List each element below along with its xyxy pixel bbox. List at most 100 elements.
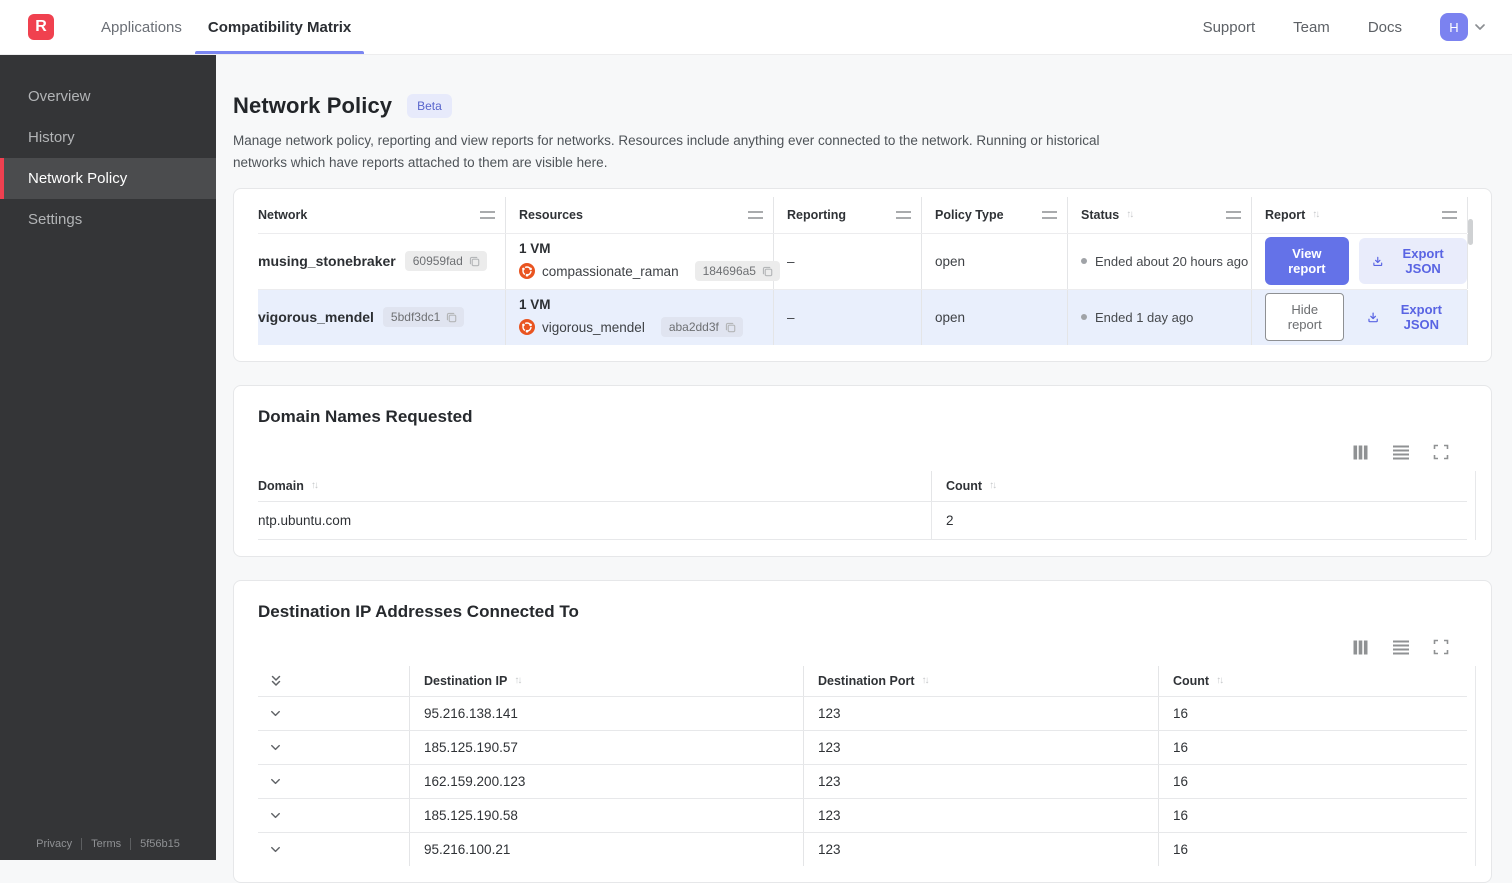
user-menu[interactable]: H [1440, 13, 1488, 41]
expand-icon[interactable] [1433, 639, 1449, 655]
sort-icon[interactable]: ↑↓ [1312, 209, 1318, 220]
column-header-destination-ip[interactable]: Destination IP ↑↓ [410, 666, 804, 696]
sort-icon[interactable]: ↑↓ [989, 480, 995, 491]
sort-icon[interactable]: ↑↓ [311, 480, 317, 491]
column-drag-handle[interactable] [896, 211, 911, 219]
avatar[interactable]: H [1440, 13, 1468, 41]
column-header-count[interactable]: Count ↑↓ [931, 471, 1468, 501]
download-icon [1367, 310, 1379, 325]
column-header-reporting[interactable]: Reporting [774, 197, 922, 233]
network-cell: vigorous_mendel 5bdf3dc1 [258, 290, 506, 345]
sort-icon[interactable]: ↑↓ [514, 675, 520, 686]
resources-cell: 1 VM compassionate_raman 184696a5 [506, 234, 774, 289]
destinations-table-header: Destination IP ↑↓ Destination Port ↑↓ Co… [258, 666, 1467, 696]
resource-id-badge: aba2dd3f [661, 317, 743, 337]
table-scrollbar[interactable] [1468, 219, 1473, 245]
row-expander[interactable] [258, 697, 410, 730]
copy-icon[interactable] [445, 311, 458, 324]
copy-icon[interactable] [468, 255, 481, 268]
sort-icon[interactable]: ↑↓ [922, 675, 928, 686]
main-content: Network Policy Beta Manage network polic… [216, 55, 1512, 860]
nav-link-team[interactable]: Team [1293, 19, 1330, 36]
column-drag-handle[interactable] [480, 211, 495, 219]
column-drag-handle[interactable] [1042, 211, 1057, 219]
destination-table-row[interactable]: 95.216.100.21 123 16 [258, 832, 1467, 866]
expand-icon[interactable] [1433, 444, 1449, 460]
chevron-down-icon[interactable] [268, 740, 283, 755]
build-version: 5f56b15 [140, 838, 180, 850]
sidebar-item-settings[interactable]: Settings [0, 199, 216, 240]
sidebar-item-overview[interactable]: Overview [0, 76, 216, 117]
columns-icon[interactable] [1352, 639, 1369, 656]
column-header-report[interactable]: Report ↑↓ [1252, 197, 1468, 233]
column-drag-handle[interactable] [748, 211, 763, 219]
status-cell: Ended 1 day ago [1068, 290, 1252, 345]
nav-tabs: Applications Compatibility Matrix [88, 0, 364, 54]
status-dot [1081, 314, 1087, 320]
column-header-destination-port[interactable]: Destination Port ↑↓ [804, 666, 1159, 696]
column-drag-handle[interactable] [1226, 211, 1241, 219]
count-cell: 16 [1159, 833, 1465, 866]
row-expander[interactable] [258, 765, 410, 798]
privacy-link[interactable]: Privacy [36, 838, 72, 850]
export-json-button[interactable]: Export JSON [1354, 294, 1467, 340]
network-table-row[interactable]: vigorous_mendel 5bdf3dc1 1 VM [258, 289, 1467, 345]
table-scroll-track[interactable] [1475, 666, 1476, 866]
destination-table-row[interactable]: 95.216.138.141 123 16 [258, 696, 1467, 730]
copy-icon[interactable] [761, 265, 774, 278]
export-json-button[interactable]: Export JSON [1359, 238, 1467, 284]
tab-applications[interactable]: Applications [88, 0, 195, 54]
sort-icon[interactable]: ↑↓ [1126, 209, 1132, 220]
page-description: Manage network policy, reporting and vie… [233, 130, 1118, 174]
chevron-down-icon[interactable] [1472, 19, 1488, 35]
policy-type-cell: open [922, 290, 1068, 345]
row-expander[interactable] [258, 833, 410, 866]
column-header-resources[interactable]: Resources [506, 197, 774, 233]
domain-table-row[interactable]: ntp.ubuntu.com 2 [258, 501, 1467, 540]
chevron-down-icon[interactable] [268, 706, 283, 721]
count-cell: 16 [1159, 697, 1465, 730]
networks-card: Network Resources Reporting Policy Type … [233, 188, 1492, 362]
destination-table-row[interactable]: 162.159.200.123 123 16 [258, 764, 1467, 798]
tab-compatibility-matrix[interactable]: Compatibility Matrix [195, 0, 364, 54]
chevron-down-icon[interactable] [268, 808, 283, 823]
destination-table-row[interactable]: 185.125.190.58 123 16 [258, 798, 1467, 832]
rows-icon[interactable] [1392, 639, 1410, 656]
destination-table-row[interactable]: 185.125.190.57 123 16 [258, 730, 1467, 764]
resources-cell: 1 VM vigorous_mendel aba2dd3f [506, 290, 774, 345]
network-table-row[interactable]: musing_stonebraker 60959fad 1 VM [258, 233, 1467, 289]
view-report-button[interactable]: View report [1265, 237, 1349, 285]
row-expander[interactable] [258, 731, 410, 764]
expand-all-button[interactable] [258, 666, 410, 696]
row-expander[interactable] [258, 799, 410, 832]
nav-link-support[interactable]: Support [1203, 19, 1256, 36]
nav-link-docs[interactable]: Docs [1368, 19, 1402, 36]
ubuntu-icon [519, 263, 535, 279]
hide-report-button[interactable]: Hide report [1265, 293, 1344, 341]
double-chevron-down-icon[interactable] [268, 673, 284, 689]
column-header-status[interactable]: Status ↑↓ [1068, 197, 1252, 233]
column-header-count[interactable]: Count ↑↓ [1159, 666, 1465, 696]
divider [81, 838, 82, 850]
beta-badge: Beta [407, 94, 452, 118]
destination-ips-card: Destination IP Addresses Connected To [233, 580, 1492, 883]
chevron-down-icon[interactable] [268, 774, 283, 789]
copy-icon[interactable] [724, 321, 737, 334]
column-header-policy-type[interactable]: Policy Type [922, 197, 1068, 233]
terms-link[interactable]: Terms [91, 838, 121, 850]
column-header-network[interactable]: Network [258, 197, 506, 233]
sidebar-item-network-policy[interactable]: Network Policy [0, 158, 216, 199]
columns-icon[interactable] [1352, 444, 1369, 461]
domains-table-header: Domain ↑↓ Count ↑↓ [258, 471, 1467, 501]
table-scroll-track[interactable] [1475, 471, 1476, 540]
column-header-domain[interactable]: Domain ↑↓ [258, 471, 931, 501]
sidebar-footer: Privacy Terms 5f56b15 [0, 838, 216, 850]
chevron-down-icon[interactable] [268, 842, 283, 857]
column-drag-handle[interactable] [1442, 211, 1457, 219]
sidebar-item-history[interactable]: History [0, 117, 216, 158]
destinations-table: Destination IP ↑↓ Destination Port ↑↓ Co… [258, 666, 1467, 866]
rows-icon[interactable] [1392, 444, 1410, 461]
sort-icon[interactable]: ↑↓ [1216, 675, 1222, 686]
status-dot [1081, 258, 1087, 264]
app-logo[interactable]: R [28, 14, 54, 40]
